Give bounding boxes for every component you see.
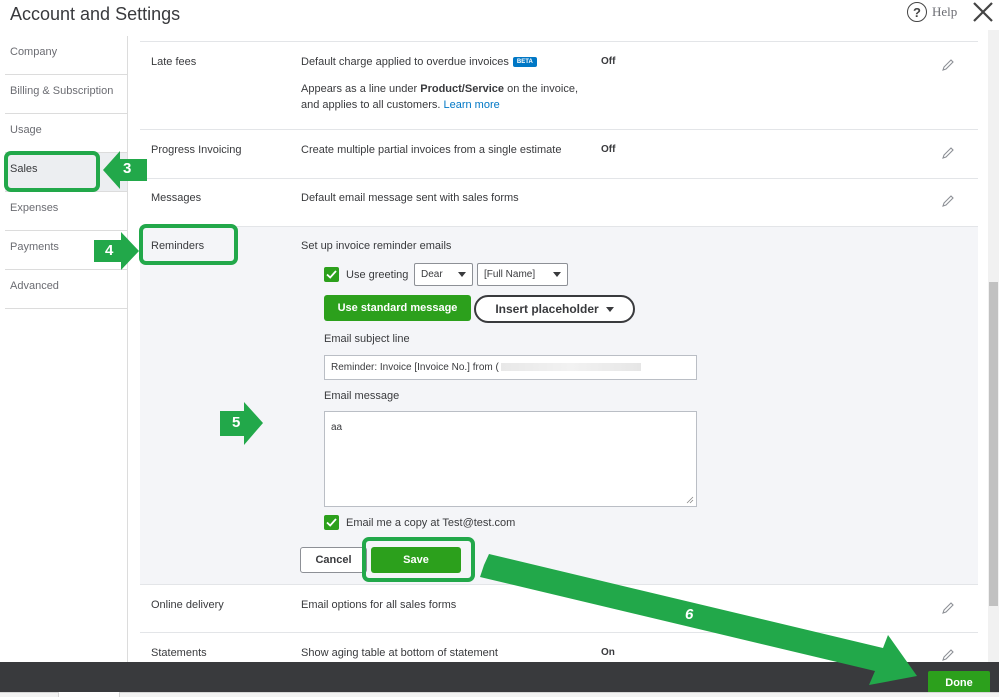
chevron-down-icon	[553, 272, 561, 277]
bottom-tab	[58, 692, 120, 697]
row-status: Off	[601, 144, 616, 155]
highlight-box-reminders	[139, 224, 238, 265]
check-icon	[326, 518, 337, 527]
name-format-select[interactable]: [Full Name]	[477, 263, 568, 286]
email-copy-label: Email me a copy at Test@test.com	[346, 517, 516, 529]
email-message-value: aa	[331, 422, 343, 433]
row-description-text: Default charge applied to overdue invoic…	[301, 56, 509, 68]
scrollbar-thumb[interactable]	[989, 282, 998, 606]
email-message-textarea[interactable]: aa	[324, 411, 697, 507]
step-5-number: 5	[232, 414, 241, 431]
row-label: Statements	[151, 647, 207, 659]
sidebar-item-label: Billing & Subscription	[10, 85, 114, 97]
email-copy-checkbox[interactable]	[324, 515, 339, 530]
sidebar-item-label: Company	[10, 46, 58, 58]
sidebar-item-label: Payments	[10, 241, 59, 253]
detail-bold: Product/Service	[420, 83, 505, 95]
insert-placeholder-button[interactable]: Insert placeholder	[474, 295, 635, 323]
settings-sidebar: Company Billing & Subscription Usage Sal…	[5, 36, 128, 662]
greeting-select-value: Dear	[421, 269, 443, 280]
insert-placeholder-label: Insert placeholder	[495, 302, 599, 316]
check-icon	[326, 270, 337, 279]
setting-row-progress-invoicing: Progress Invoicing Create multiple parti…	[140, 130, 978, 179]
greeting-select[interactable]: Dear	[414, 263, 473, 286]
row-label: Progress Invoicing	[151, 144, 242, 156]
redacted-text	[500, 363, 641, 372]
use-standard-message-button[interactable]: Use standard message	[324, 295, 471, 321]
row-label: Online delivery	[151, 599, 224, 611]
highlight-box-save	[362, 537, 475, 582]
edit-pencil-icon[interactable]	[941, 601, 955, 615]
step-6-number: 6	[685, 606, 694, 623]
row-label: Late fees	[151, 56, 197, 68]
email-subject-value: Reminder: Invoice [Invoice No.] from (	[331, 362, 499, 373]
email-message-label: Email message	[324, 390, 400, 402]
sidebar-item-label: Usage	[10, 124, 42, 136]
email-subject-label: Email subject line	[324, 333, 410, 345]
row-description: Default email message sent with sales fo…	[301, 192, 519, 204]
row-detail: Appears as a line under Product/Service …	[301, 81, 578, 113]
sidebar-item-advanced[interactable]: Advanced	[5, 270, 127, 309]
step-5-arrow-icon	[220, 402, 263, 445]
cancel-button[interactable]: Cancel	[300, 547, 367, 573]
step-4-arrow-icon	[94, 232, 139, 270]
use-greeting-label: Use greeting	[346, 269, 409, 281]
row-description: Show aging table at bottom of statement	[301, 647, 498, 659]
row-label: Messages	[151, 192, 202, 204]
row-description: Create multiple partial invoices from a …	[301, 144, 562, 156]
step-6-arrow-icon	[480, 554, 917, 685]
help-icon: ?	[907, 2, 927, 22]
setting-row-messages: Messages Default email message sent with…	[140, 179, 978, 227]
chevron-down-icon	[605, 306, 614, 312]
highlight-box-sales	[4, 151, 100, 192]
email-subject-input[interactable]: Reminder: Invoice [Invoice No.] from (	[324, 355, 697, 380]
name-select-value: [Full Name]	[484, 269, 536, 280]
bottom-tab-strip	[0, 692, 999, 697]
sidebar-item-usage[interactable]: Usage	[5, 114, 127, 153]
resize-handle-icon[interactable]	[686, 496, 694, 504]
detail-text: and applies to all customers.	[301, 99, 444, 111]
row-status: Off	[601, 56, 616, 67]
sidebar-item-billing[interactable]: Billing & Subscription	[5, 75, 127, 114]
setting-row-late-fees: Late fees Default charge applied to over…	[140, 42, 978, 130]
detail-text: Appears as a line under	[301, 83, 421, 95]
edit-pencil-icon[interactable]	[941, 146, 955, 160]
beta-badge: BETA	[512, 57, 537, 68]
row-description: Default charge applied to overdue invoic…	[301, 56, 537, 68]
dialog-header: Account and Settings ? Help	[0, 0, 999, 30]
sidebar-item-company[interactable]: Company	[5, 36, 127, 75]
edit-pencil-icon[interactable]	[941, 648, 955, 662]
learn-more-link[interactable]: Learn more	[443, 99, 499, 111]
row-description: Email options for all sales forms	[301, 599, 457, 611]
sidebar-item-label: Expenses	[10, 202, 59, 214]
step-3-number: 3	[123, 160, 132, 177]
page-title: Account and Settings	[10, 4, 181, 24]
edit-pencil-icon[interactable]	[941, 58, 955, 72]
help-label: Help	[932, 4, 958, 19]
use-greeting-checkbox[interactable]	[324, 267, 339, 282]
close-icon[interactable]	[971, 0, 995, 24]
chevron-down-icon	[458, 272, 466, 277]
sidebar-item-label: Advanced	[10, 280, 59, 292]
row-description: Set up invoice reminder emails	[301, 240, 452, 252]
done-button[interactable]: Done	[928, 671, 990, 694]
edit-pencil-icon[interactable]	[941, 194, 955, 208]
detail-text: on the invoice,	[504, 83, 579, 95]
step-4-number: 4	[105, 242, 114, 259]
help-button[interactable]: ? Help	[907, 2, 957, 22]
sidebar-item-expenses[interactable]: Expenses	[5, 192, 127, 231]
